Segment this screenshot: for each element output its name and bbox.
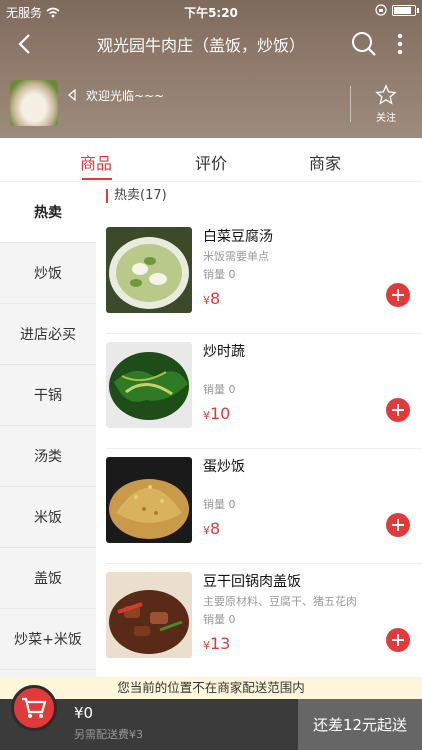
cart-icon — [22, 697, 47, 718]
tab-products[interactable]: 商品 — [80, 150, 112, 174]
add-to-cart-button[interactable] — [386, 283, 410, 307]
shop-logo — [10, 80, 58, 126]
product-price: ¥10 — [203, 404, 231, 423]
product-price: ¥8 — [203, 289, 221, 308]
product-sales: 销量 0 — [203, 498, 236, 511]
checkout-button[interactable]: 还差12元起送 — [298, 699, 422, 750]
cart-total: ¥0 — [74, 704, 94, 722]
delivery-fee: 另需配送费¥3 — [74, 728, 143, 741]
nav-bar: 观光园牛肉庄（盖饭，炒饭） — [0, 26, 422, 62]
product-name: 白菜豆腐汤 — [203, 229, 273, 245]
sidebar-item-hot[interactable]: 热卖 — [0, 182, 96, 243]
list-item[interactable]: 炒时蔬 销量 0 ¥10 — [106, 334, 422, 449]
tab-bar: 商品 评价 商家 — [0, 138, 422, 182]
rotation-lock-icon — [375, 4, 387, 16]
tab-reviews[interactable]: 评价 — [195, 150, 227, 174]
product-name: 豆干回锅肉盖饭 — [203, 574, 301, 590]
product-image — [106, 227, 192, 313]
tab-merchant[interactable]: 商家 — [309, 150, 341, 174]
sidebar-item-rice[interactable]: 米饭 — [0, 487, 96, 548]
tab-indicator — [82, 178, 112, 180]
product-desc: 米饭需要单点 — [203, 250, 269, 263]
product-image — [106, 342, 192, 428]
sidebar-item-dry-pot[interactable]: 干锅 — [0, 365, 96, 426]
delivery-notice: 您当前的位置不在商家配送范围内 — [0, 677, 422, 699]
product-image — [106, 457, 192, 543]
product-sales: 销量 0 — [203, 268, 236, 281]
search-icon[interactable] — [350, 30, 378, 58]
list-item[interactable]: 豆干回锅肉盖饭 主要原材料、豆腐干、猪五花肉 销量 0 ¥13 — [106, 564, 422, 679]
product-name: 炒时蔬 — [203, 344, 245, 360]
list-item[interactable]: 白菜豆腐汤 米饭需要单点 销量 0 ¥8 — [106, 219, 422, 334]
page-title: 观光园牛肉庄（盖饭，炒饭） — [96, 36, 305, 55]
shop-info: 欢迎光临~~~ 关注 — [0, 78, 422, 130]
back-icon[interactable] — [12, 30, 40, 58]
sidebar-item-fried-rice[interactable]: 炒饭 — [0, 243, 96, 304]
list-item[interactable]: 蛋炒饭 销量 0 ¥8 — [106, 449, 422, 564]
product-sales: 销量 0 — [203, 383, 236, 396]
status-bar: 无服务 下午5:20 — [0, 0, 422, 22]
product-list: 热卖(17) 白菜豆腐汤 米饭需要单点 销量 0 ¥8 炒时蔬 销量 0 ¥10… — [96, 182, 422, 677]
sidebar-item-stir-fry-rice[interactable]: 炒菜+米饭 — [0, 609, 96, 670]
shop-notice: 欢迎光临~~~ — [86, 89, 165, 103]
status-time: 下午5:20 — [184, 6, 238, 20]
category-sidebar: 热卖 炒饭 进店必买 干锅 汤类 米饭 盖饭 炒菜+米饭 — [0, 182, 96, 677]
add-to-cart-button[interactable] — [386, 398, 410, 422]
sidebar-item-soup[interactable]: 汤类 — [0, 426, 96, 487]
section-title: 热卖(17) — [106, 189, 167, 203]
divider — [350, 86, 351, 122]
follow-label: 关注 — [376, 113, 396, 124]
follow-button[interactable]: 关注 — [368, 84, 404, 124]
cart-bar: ¥0 另需配送费¥3 还差12元起送 — [0, 685, 422, 750]
product-sales: 销量 0 — [203, 613, 236, 626]
product-image — [106, 572, 192, 658]
cart-button[interactable] — [11, 685, 57, 731]
product-price: ¥13 — [203, 634, 231, 653]
product-price: ¥8 — [203, 519, 221, 538]
star-icon — [375, 84, 397, 105]
sidebar-item-rice-bowl[interactable]: 盖饭 — [0, 548, 96, 609]
product-desc: 主要原材料、豆腐干、猪五花肉 — [203, 595, 357, 608]
add-to-cart-button[interactable] — [386, 513, 410, 537]
battery-icon — [392, 4, 419, 16]
more-icon[interactable] — [390, 30, 410, 58]
add-to-cart-button[interactable] — [386, 628, 410, 652]
product-name: 蛋炒饭 — [203, 459, 245, 475]
speaker-icon — [68, 89, 76, 101]
shop-header: 无服务 下午5:20 观光园牛肉庄（盖饭，炒饭） 欢迎光临~~~ 关注 — [0, 0, 422, 138]
sidebar-item-must-buy[interactable]: 进店必买 — [0, 304, 96, 365]
